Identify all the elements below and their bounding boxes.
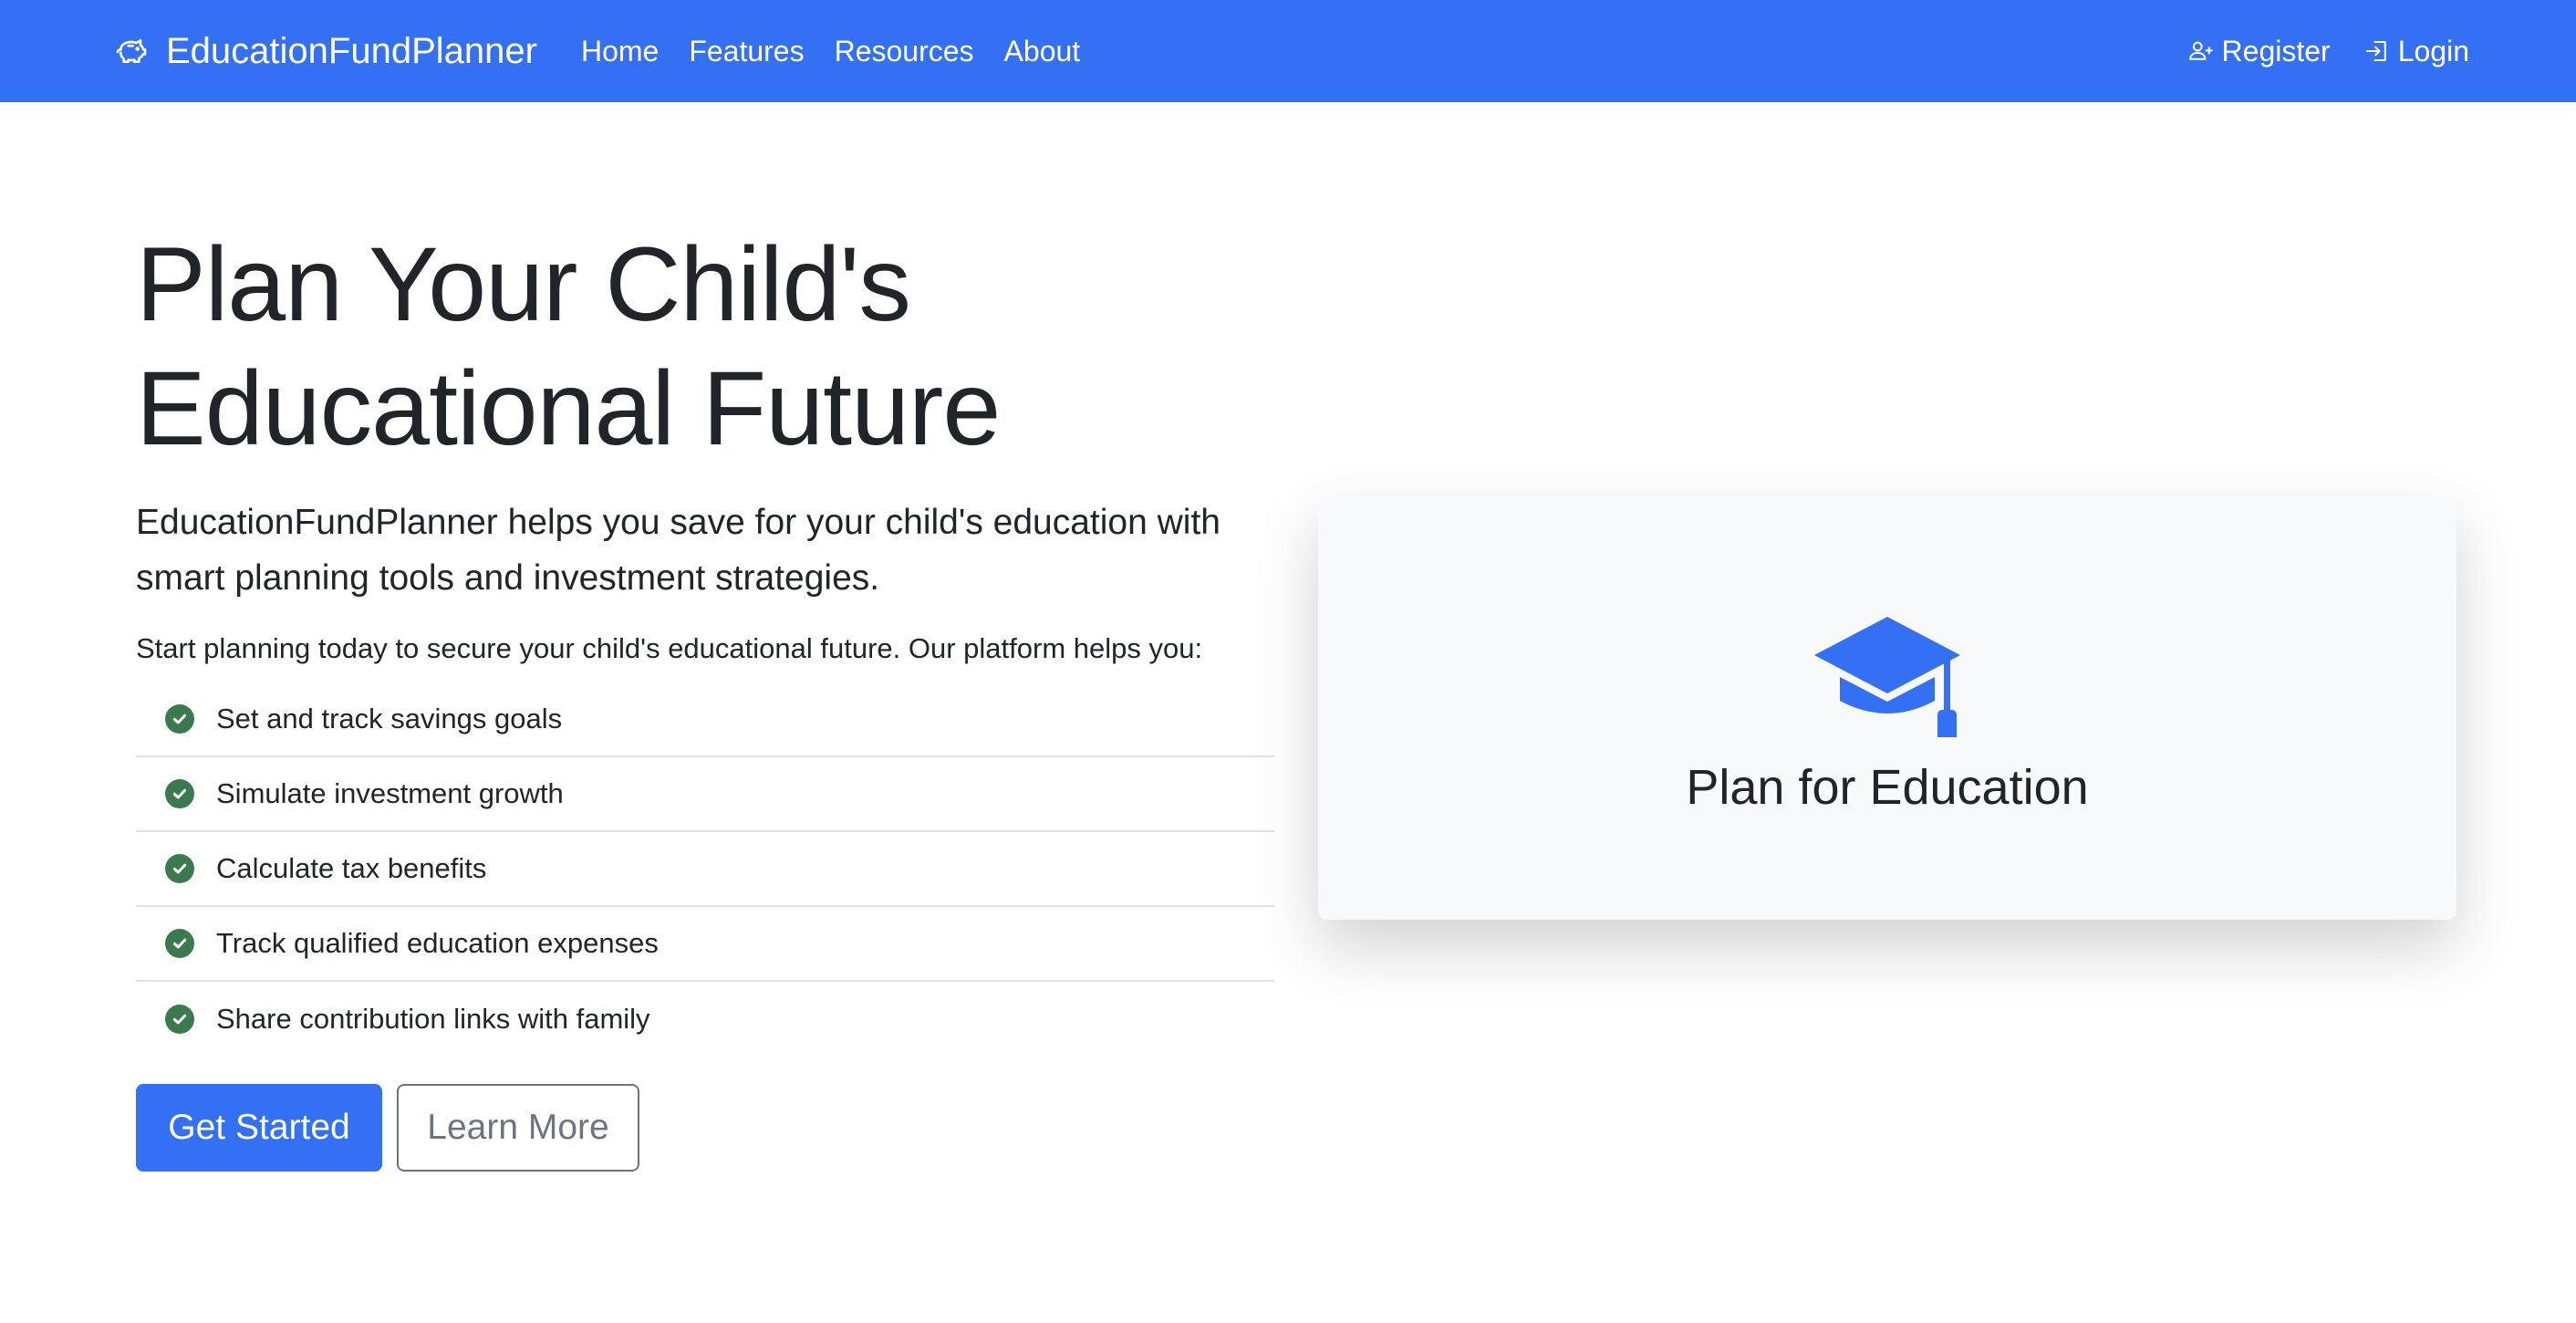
login-icon — [2365, 41, 2386, 61]
check-circle-icon — [165, 704, 194, 734]
feature-label: Simulate investment growth — [216, 777, 564, 809]
main-nav: Home Features Resources About — [581, 35, 1110, 68]
check-circle-icon — [165, 779, 194, 808]
brand-link[interactable]: EducationFundPlanner — [113, 31, 537, 72]
list-item: Share contribution links with family — [136, 982, 1274, 1057]
check-circle-icon — [165, 929, 194, 958]
login-label: Login — [2397, 34, 2469, 68]
nav-link-about[interactable]: About — [1004, 35, 1081, 68]
register-label: Register — [2221, 34, 2331, 68]
person-add-icon — [2188, 41, 2213, 60]
login-link[interactable]: Login — [2363, 35, 2469, 68]
brand-name: EducationFundPlanner — [166, 30, 537, 71]
nav-link-features[interactable]: Features — [689, 35, 804, 68]
hero-buttons: Get Started Learn More — [136, 1084, 1276, 1172]
hero-title-line2: Educational Future — [136, 350, 1001, 467]
hero-body-text: Start planning today to secure your chil… — [136, 632, 1203, 664]
nav-link-resources[interactable]: Resources — [835, 35, 974, 68]
piggy-bank-icon — [113, 33, 150, 69]
nav-link-home[interactable]: Home — [581, 35, 659, 68]
feature-label: Set and track savings goals — [216, 703, 563, 734]
hero-lead-line1: EducationFundPlanner helps you save for … — [136, 503, 1220, 542]
list-item: Set and track savings goals — [136, 682, 1274, 757]
get-started-button[interactable]: Get Started — [136, 1084, 382, 1172]
feature-label: Track qualified education expenses — [216, 927, 659, 959]
hero-lead: EducationFundPlanner helps you save for … — [136, 495, 1276, 606]
feature-label: Calculate tax benefits — [216, 852, 487, 884]
feature-label: Share contribution links with family — [216, 1003, 650, 1035]
top-navbar: EducationFundPlanner Home Features Resou… — [0, 0, 2576, 102]
education-card: Plan for Education — [1318, 495, 2457, 920]
register-link[interactable]: Register — [2187, 35, 2331, 68]
check-circle-icon — [165, 1005, 194, 1034]
hero-lead-line2: smart planning tools and investment stra… — [136, 558, 880, 598]
hero-title-line1: Plan Your Child's — [136, 226, 911, 343]
feature-list: Set and track savings goals Simulate inv… — [136, 682, 1274, 1057]
list-item: Calculate tax benefits — [136, 832, 1274, 907]
graduation-cap-icon — [1814, 616, 1960, 737]
learn-more-button[interactable]: Learn More — [397, 1084, 639, 1172]
hero-section: Plan Your Child's Educational Future Edu… — [136, 223, 1276, 1172]
card-title: Plan for Education — [1686, 759, 2089, 815]
hero-title: Plan Your Child's Educational Future — [136, 223, 1276, 471]
list-item: Simulate investment growth — [136, 757, 1274, 832]
check-circle-icon — [165, 854, 194, 883]
auth-nav: Register Login — [2155, 35, 2469, 68]
list-item: Track qualified education expenses — [136, 907, 1274, 982]
